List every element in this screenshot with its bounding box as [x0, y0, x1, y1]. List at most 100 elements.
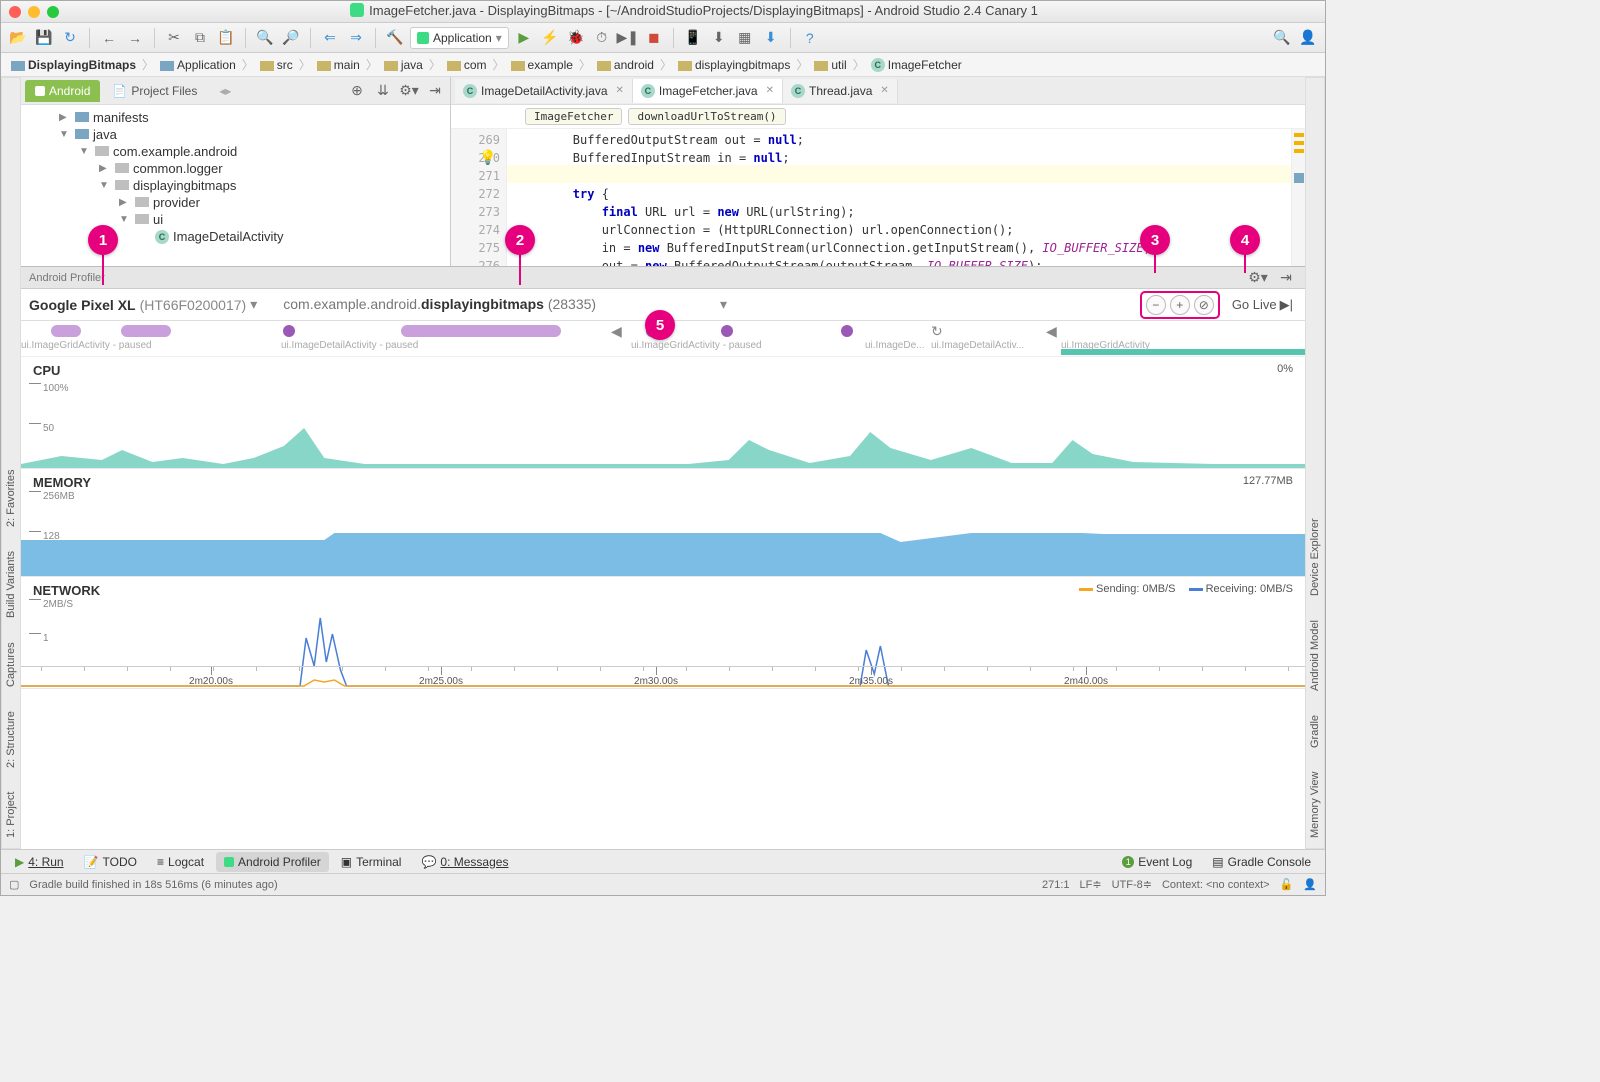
status-icon[interactable]: ▢ [9, 878, 19, 891]
breadcrumb-item[interactable]: Application [156, 58, 240, 72]
tree-row[interactable]: ▶ common.logger [21, 160, 450, 177]
stop-icon[interactable]: ◼ [643, 27, 665, 49]
tool-window-tab[interactable]: Gradle [1306, 709, 1324, 754]
tool-tab-gradle-console[interactable]: ▤ Gradle Console [1204, 852, 1319, 872]
close-icon[interactable]: ✕ [616, 85, 624, 96]
tree-row[interactable]: ▼ displayingbitmaps [21, 177, 450, 194]
debug-icon[interactable]: 🐞 [565, 27, 587, 49]
redo-icon[interactable]: → [124, 27, 146, 49]
tool-window-tab[interactable]: 2: Structure [2, 705, 20, 774]
breadcrumb-item[interactable]: android [593, 58, 658, 72]
breadcrumb-item[interactable]: src [256, 58, 297, 72]
account-icon[interactable]: 👤 [1297, 27, 1319, 49]
tree-row[interactable]: ▼ java [21, 126, 450, 143]
breadcrumb-item[interactable]: example [507, 58, 577, 72]
breadcrumb-item[interactable]: com [443, 58, 491, 72]
minimize-window[interactable] [28, 6, 40, 18]
profile-icon[interactable]: ⏱ [591, 27, 613, 49]
build-icon[interactable]: 🔨 [384, 27, 406, 49]
context[interactable]: Context: <no context> [1162, 879, 1270, 891]
avd-icon[interactable]: 📱 [682, 27, 704, 49]
tool-window-tab[interactable]: 2: Favorites [2, 464, 20, 533]
editor-method-crumb[interactable]: downloadUrlToStream() [628, 108, 785, 125]
memory-chart[interactable]: MEMORY 127.77MB 256MB 128 [21, 469, 1305, 577]
hide-icon[interactable]: ⇥ [1275, 267, 1297, 289]
gear-icon[interactable]: ⚙▾ [398, 80, 420, 102]
tool-window-tab[interactable]: Memory View [1306, 766, 1324, 844]
encoding[interactable]: UTF-8≑ [1112, 878, 1152, 891]
theme-icon[interactable]: ⬇ [760, 27, 782, 49]
gear-icon[interactable]: ⚙▾ [1247, 267, 1269, 289]
breadcrumb-item[interactable]: java [380, 58, 427, 72]
caret-position[interactable]: 271:1 [1042, 879, 1070, 891]
back-icon[interactable]: ⇐ [319, 27, 341, 49]
editor-body[interactable]: 269270271272273274275276277 💡 BufferedOu… [451, 129, 1305, 266]
zoom-in-icon[interactable]: + [1170, 295, 1190, 315]
close-icon[interactable]: ✕ [880, 85, 888, 96]
tool-window-tab[interactable]: Captures [2, 636, 20, 693]
tool-tab-terminal[interactable]: ▣ Terminal [333, 852, 410, 872]
copy-icon[interactable]: ⧉ [189, 27, 211, 49]
run-configuration[interactable]: Application ▾ [410, 27, 509, 49]
close-icon[interactable]: ✕ [766, 85, 774, 96]
cpu-chart[interactable]: CPU 0% 100% 50 [21, 357, 1305, 469]
replace-icon[interactable]: 🔎 [280, 27, 302, 49]
tool-window-tab[interactable]: 1: Project [2, 786, 20, 844]
tree-row[interactable]: ▶ manifests [21, 109, 450, 126]
tool-tab-todo[interactable]: 📝 TODO [76, 852, 145, 872]
collapse-icon[interactable]: ⇊ [372, 80, 394, 102]
tool-tab-logcat[interactable]: ≡ Logcat [149, 852, 212, 872]
go-live-button[interactable]: Go Live ▶| [1228, 297, 1297, 313]
tool-tab-messages[interactable]: 💬 0: Messages [413, 852, 516, 872]
project-tab-files[interactable]: 📄 Project Files [102, 80, 207, 102]
project-tree[interactable]: ▶ manifests▼ java▼ com.example.android▶ … [21, 105, 450, 266]
breadcrumb-item[interactable]: util [810, 58, 850, 72]
sync-icon[interactable]: ↻ [59, 27, 81, 49]
code-area[interactable]: 💡 BufferedOutputStream out = null; Buffe… [507, 129, 1291, 266]
sdk-icon[interactable]: ⬇ [708, 27, 730, 49]
paste-icon[interactable]: 📋 [215, 27, 237, 49]
lock-icon[interactable]: 🔓 [1280, 878, 1294, 891]
project-tab-more[interactable]: ◂▸ [209, 80, 241, 102]
hector-icon[interactable]: 👤 [1303, 878, 1317, 891]
layout-icon[interactable]: ▦ [734, 27, 756, 49]
search-everywhere-icon[interactable]: 🔍 [1271, 27, 1293, 49]
undo-icon[interactable]: ← [98, 27, 120, 49]
network-chart[interactable]: NETWORK Sending: 0MB/S Receiving: 0MB/S … [21, 577, 1305, 689]
maximize-window[interactable] [47, 6, 59, 18]
error-stripe[interactable] [1291, 129, 1305, 266]
attach-icon[interactable]: ▶❚ [617, 27, 639, 49]
tool-window-tab[interactable]: Build Variants [2, 545, 20, 624]
editor-tab[interactable]: C ImageFetcher.java ✕ [633, 79, 783, 103]
editor-tab[interactable]: C ImageDetailActivity.java ✕ [455, 79, 633, 103]
editor-class-crumb[interactable]: ImageFetcher [525, 108, 622, 125]
apply-changes-icon[interactable]: ⚡ [539, 27, 561, 49]
tool-window-tab[interactable]: Android Model [1306, 614, 1324, 697]
zoom-fit-icon[interactable]: ⊘ [1194, 295, 1214, 315]
scroll-from-source-icon[interactable]: ⊕ [346, 80, 368, 102]
tool-tab-event-log[interactable]: 1 Event Log [1114, 852, 1200, 872]
help-icon[interactable]: ? [799, 27, 821, 49]
editor-tab[interactable]: C Thread.java ✕ [783, 79, 898, 103]
zoom-out-icon[interactable]: − [1146, 295, 1166, 315]
breadcrumb-item[interactable]: displayingbitmaps [674, 58, 794, 72]
tree-row[interactable]: ▼ com.example.android [21, 143, 450, 160]
tool-window-tab[interactable]: Device Explorer [1306, 512, 1324, 602]
tree-row[interactable]: ▶ provider [21, 194, 450, 211]
breadcrumb-item[interactable]: C ImageFetcher [867, 58, 966, 72]
lightbulb-icon[interactable]: 💡 [479, 149, 496, 167]
tool-tab-profiler[interactable]: Android Profiler [216, 852, 329, 872]
run-icon[interactable]: ▶ [513, 27, 535, 49]
breadcrumb-item[interactable]: main [313, 58, 364, 72]
breadcrumb-item[interactable]: DisplayingBitmaps [7, 58, 140, 72]
tool-tab-run[interactable]: ▶ 4: Run [7, 852, 72, 872]
close-window[interactable] [9, 6, 21, 18]
open-icon[interactable]: 📂 [7, 27, 29, 49]
save-icon[interactable]: 💾 [33, 27, 55, 49]
tree-row[interactable]: C ImageDetailActivity [21, 228, 450, 245]
hide-icon[interactable]: ⇥ [424, 80, 446, 102]
tree-row[interactable]: ▼ ui [21, 211, 450, 228]
line-separator[interactable]: LF≑ [1080, 878, 1102, 891]
project-tab-android[interactable]: Android [25, 80, 100, 102]
forward-icon[interactable]: ⇒ [345, 27, 367, 49]
